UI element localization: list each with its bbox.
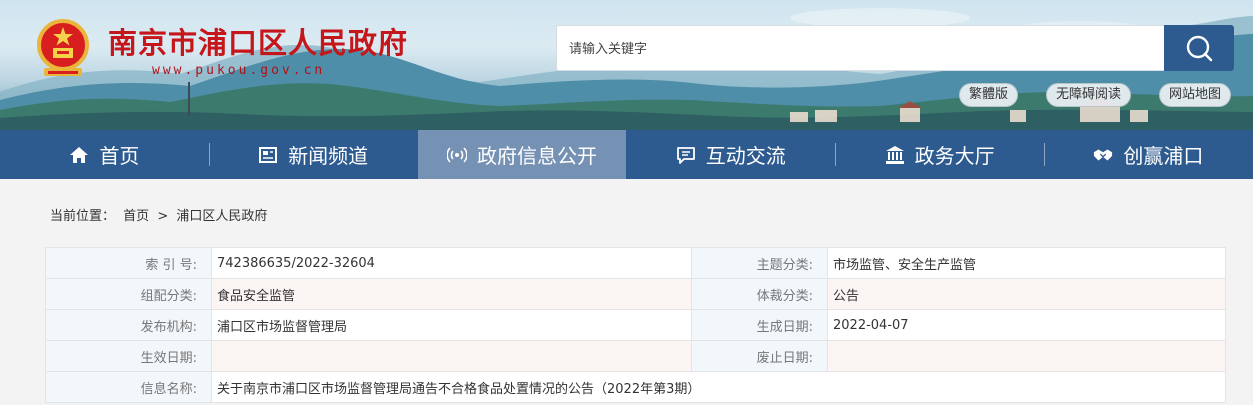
header-banner: 南京市浦口区人民政府 www.pukou.gov.cn 繁體版 无障碍阅读 网站… (0, 0, 1253, 130)
handshake-icon (1093, 145, 1113, 165)
created-date-value: 2022-04-07 (827, 309, 1226, 341)
chat-icon (676, 145, 696, 165)
expiry-date-value (827, 340, 1226, 372)
breadcrumb-item-home[interactable]: 首页 (123, 209, 149, 224)
search-input[interactable] (557, 26, 1165, 70)
table-row: 组配分类: 食品安全监管 体裁分类: 公告 (45, 278, 1226, 310)
breadcrumb: 当前位置： 首页 > 浦口区人民政府 (50, 205, 271, 224)
home-icon (69, 145, 89, 165)
effective-date-label: 生效日期: (45, 340, 212, 372)
expiry-date-label: 废止日期: (691, 340, 828, 372)
nav-item-win-pukou[interactable]: 创赢浦口 (1043, 130, 1253, 179)
search-icon (1186, 35, 1213, 62)
publisher-label: 发布机构: (45, 309, 212, 341)
breadcrumb-prefix: 当前位置： (50, 209, 116, 224)
genre-category-label: 体裁分类: (691, 278, 828, 310)
newspaper-icon (258, 145, 278, 165)
nav-item-label: 新闻频道 (288, 144, 369, 168)
publisher-value: 浦口区市场监督管理局 (211, 309, 692, 341)
nav-item-label: 政务大厅 (914, 144, 995, 168)
site-url: www.pukou.gov.cn (152, 63, 326, 78)
quick-links: 繁體版 无障碍阅读 网站地图 (958, 83, 1231, 107)
nav-item-label: 互动交流 (705, 144, 786, 168)
broadcast-icon (446, 145, 467, 165)
sitemap-link[interactable]: 网站地图 (1158, 83, 1231, 107)
index-number-label: 索 引 号: (45, 247, 212, 279)
table-row: 发布机构: 浦口区市场监督管理局 生成日期: 2022-04-07 (45, 309, 1226, 341)
national-emblem-icon (37, 19, 89, 76)
nav-item-service-hall[interactable]: 政务大厅 (835, 130, 1044, 179)
info-title-value: 关于南京市浦口区市场监督管理局通告不合格食品处置情况的公告（2022年第3期） (211, 371, 1226, 403)
nav-item-news[interactable]: 新闻频道 (208, 130, 418, 179)
search-box (556, 25, 1234, 71)
nav-item-gov-info[interactable]: 政府信息公开 (417, 130, 627, 179)
traditional-chinese-link[interactable]: 繁體版 (958, 83, 1018, 107)
table-row: 索 引 号: 742386635/2022-32604 主题分类: 市场监管、安… (45, 247, 1226, 279)
search-button[interactable] (1164, 25, 1234, 71)
accessibility-link[interactable]: 无障碍阅读 (1045, 83, 1131, 107)
nav-item-label: 政府信息公开 (476, 144, 597, 168)
building-icon (885, 145, 905, 165)
info-title-label: 信息名称: (45, 371, 212, 403)
genre-category-value: 公告 (827, 278, 1226, 310)
effective-date-value (211, 340, 692, 372)
breadcrumb-item-gov[interactable]: 浦口区人民政府 (176, 209, 267, 224)
topic-category-value: 市场监管、安全生产监管 (827, 247, 1226, 279)
nav-item-interaction[interactable]: 互动交流 (626, 130, 835, 179)
table-row: 生效日期: 废止日期: (45, 340, 1226, 372)
index-number-value: 742386635/2022-32604 (211, 247, 692, 279)
allocation-category-label: 组配分类: (45, 278, 212, 310)
created-date-label: 生成日期: (691, 309, 828, 341)
site-title: 南京市浦口区人民政府 (108, 26, 409, 60)
nav-item-label: 首页 (99, 144, 140, 168)
topic-category-label: 主题分类: (691, 247, 828, 279)
document-info-table: 索 引 号: 742386635/2022-32604 主题分类: 市场监管、安… (45, 247, 1226, 403)
nav-item-home[interactable]: 首页 (0, 130, 209, 179)
main-nav: 首页 新闻频道 政府信息公开 互动交流 政务大厅 创赢浦口 (0, 130, 1253, 179)
allocation-category-value: 食品安全监管 (211, 278, 692, 310)
nav-item-label: 创赢浦口 (1123, 144, 1204, 168)
table-row: 信息名称: 关于南京市浦口区市场监督管理局通告不合格食品处置情况的公告（2022… (45, 371, 1226, 403)
breadcrumb-separator: > (157, 209, 169, 224)
